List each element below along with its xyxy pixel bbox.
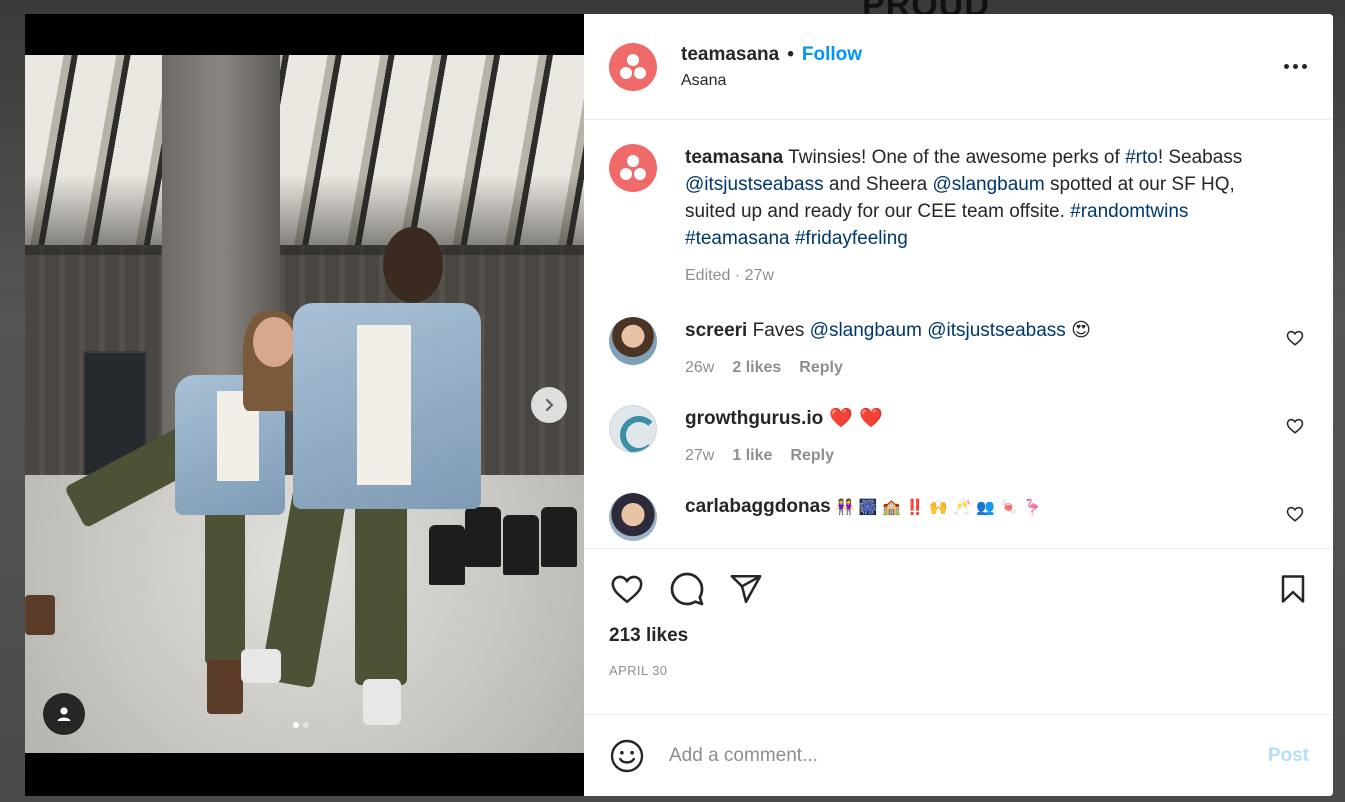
more-options-button[interactable] xyxy=(1274,64,1317,69)
comment-item: carlabaggdonas 👭 🎆 🏫 ‼️ 🙌 🥂 👥 🍬 🦩 xyxy=(609,493,1308,541)
like-button[interactable] xyxy=(609,567,653,611)
photo-stool xyxy=(429,525,465,585)
user-icon xyxy=(57,707,71,721)
author-avatar[interactable] xyxy=(609,42,657,91)
commenter-username[interactable]: screeri xyxy=(685,320,747,341)
save-button[interactable] xyxy=(1264,567,1308,611)
mention-link[interactable]: @slangbaum xyxy=(810,320,922,341)
mention-link[interactable]: @itsjustseabass xyxy=(927,320,1066,341)
author-subtitle: Asana xyxy=(681,71,727,89)
comment-emoji: ❤️ ❤️ xyxy=(823,407,883,429)
comment-time[interactable]: 27w xyxy=(685,442,714,469)
heart-icon xyxy=(611,575,643,604)
hashtag-link[interactable]: #teamasana xyxy=(685,228,790,249)
post-actions: 213 likes APRIL 30 xyxy=(584,548,1333,714)
post-side-panel: teamasana • Follow Asana teamasana Twins… xyxy=(584,14,1333,796)
author-username[interactable]: teamasana xyxy=(681,44,779,66)
more-dot-icon xyxy=(1293,64,1298,69)
photo-stool xyxy=(541,507,577,567)
mention-link[interactable]: @itsjustseabass xyxy=(685,174,824,195)
commenter-avatar[interactable] xyxy=(609,493,657,541)
comment-reply-button[interactable]: Reply xyxy=(799,354,843,381)
commenter-username[interactable]: carlabaggdonas xyxy=(685,496,831,517)
commenter-avatar[interactable] xyxy=(609,405,657,453)
comment-composer: Post xyxy=(584,714,1333,796)
photo-stool xyxy=(465,507,501,567)
comment-reply-button[interactable]: Reply xyxy=(790,442,834,469)
hashtag-link[interactable]: #rto xyxy=(1125,147,1158,168)
post-comment-button[interactable]: Post xyxy=(1268,745,1309,767)
like-comment-heart-icon[interactable] xyxy=(1286,329,1304,347)
post-photo[interactable] xyxy=(25,55,584,753)
more-dot-icon xyxy=(1284,64,1289,69)
post-date[interactable]: APRIL 30 xyxy=(609,663,1308,678)
hashtag-link[interactable]: #randomtwins xyxy=(1070,201,1188,222)
emoji-icon[interactable] xyxy=(609,738,645,774)
comment-likes[interactable]: 2 likes xyxy=(732,354,781,381)
caption-avatar[interactable] xyxy=(609,144,657,192)
carousel-dot xyxy=(293,722,299,728)
comment-emoji: 👭 🎆 🏫 ‼️ 🙌 🥂 👥 🍬 🦩 xyxy=(830,498,1042,516)
photo-ceiling-shade xyxy=(25,55,584,255)
carousel-indicator xyxy=(293,722,309,728)
comment-button[interactable] xyxy=(669,567,713,611)
likes-count[interactable]: 213 likes xyxy=(609,625,1308,647)
commenter-avatar[interactable] xyxy=(609,317,657,365)
bookmark-icon xyxy=(1281,575,1305,603)
caption-meta: Edited · 27w xyxy=(685,267,774,284)
like-comment-heart-icon[interactable] xyxy=(1286,505,1304,523)
comment-emoji: 😍 xyxy=(1071,319,1091,341)
tagged-users-button[interactable] xyxy=(43,693,85,735)
caption-username[interactable]: teamasana xyxy=(685,147,783,168)
commenter-username[interactable]: growthgurus.io xyxy=(685,408,823,429)
like-comment-heart-icon[interactable] xyxy=(1286,417,1304,435)
post-modal: teamasana • Follow Asana teamasana Twins… xyxy=(25,14,1333,796)
comment-time[interactable]: 26w xyxy=(685,354,714,381)
caption: teamasana Twinsies! One of the awesome p… xyxy=(609,144,1308,289)
carousel-dot xyxy=(303,722,309,728)
post-media xyxy=(25,14,584,796)
next-slide-button[interactable] xyxy=(531,387,567,423)
hashtag-link[interactable]: #fridayfeeling xyxy=(795,228,908,249)
send-paper-plane-icon xyxy=(730,574,762,604)
more-dot-icon xyxy=(1302,64,1307,69)
comment-item: growthgurus.io ❤️ ❤️ 27w 1 like Reply xyxy=(609,405,1308,469)
post-header: teamasana • Follow Asana xyxy=(584,14,1333,120)
comment-bubble-icon xyxy=(670,572,704,606)
header-separator: • xyxy=(787,43,794,65)
follow-button[interactable]: Follow xyxy=(802,44,862,66)
mention-link[interactable]: @slangbaum xyxy=(932,174,1044,195)
caption-text: teamasana Twinsies! One of the awesome p… xyxy=(685,147,1243,249)
share-button[interactable] xyxy=(729,567,773,611)
chevron-right-icon xyxy=(545,398,554,412)
photo-stool xyxy=(503,515,539,575)
comments-list[interactable]: teamasana Twinsies! One of the awesome p… xyxy=(584,120,1333,548)
comment-input[interactable] xyxy=(669,744,1268,767)
comment-item: screeri Faves @slangbaum @itsjustseabass… xyxy=(609,317,1308,381)
comment-likes[interactable]: 1 like xyxy=(732,442,772,469)
